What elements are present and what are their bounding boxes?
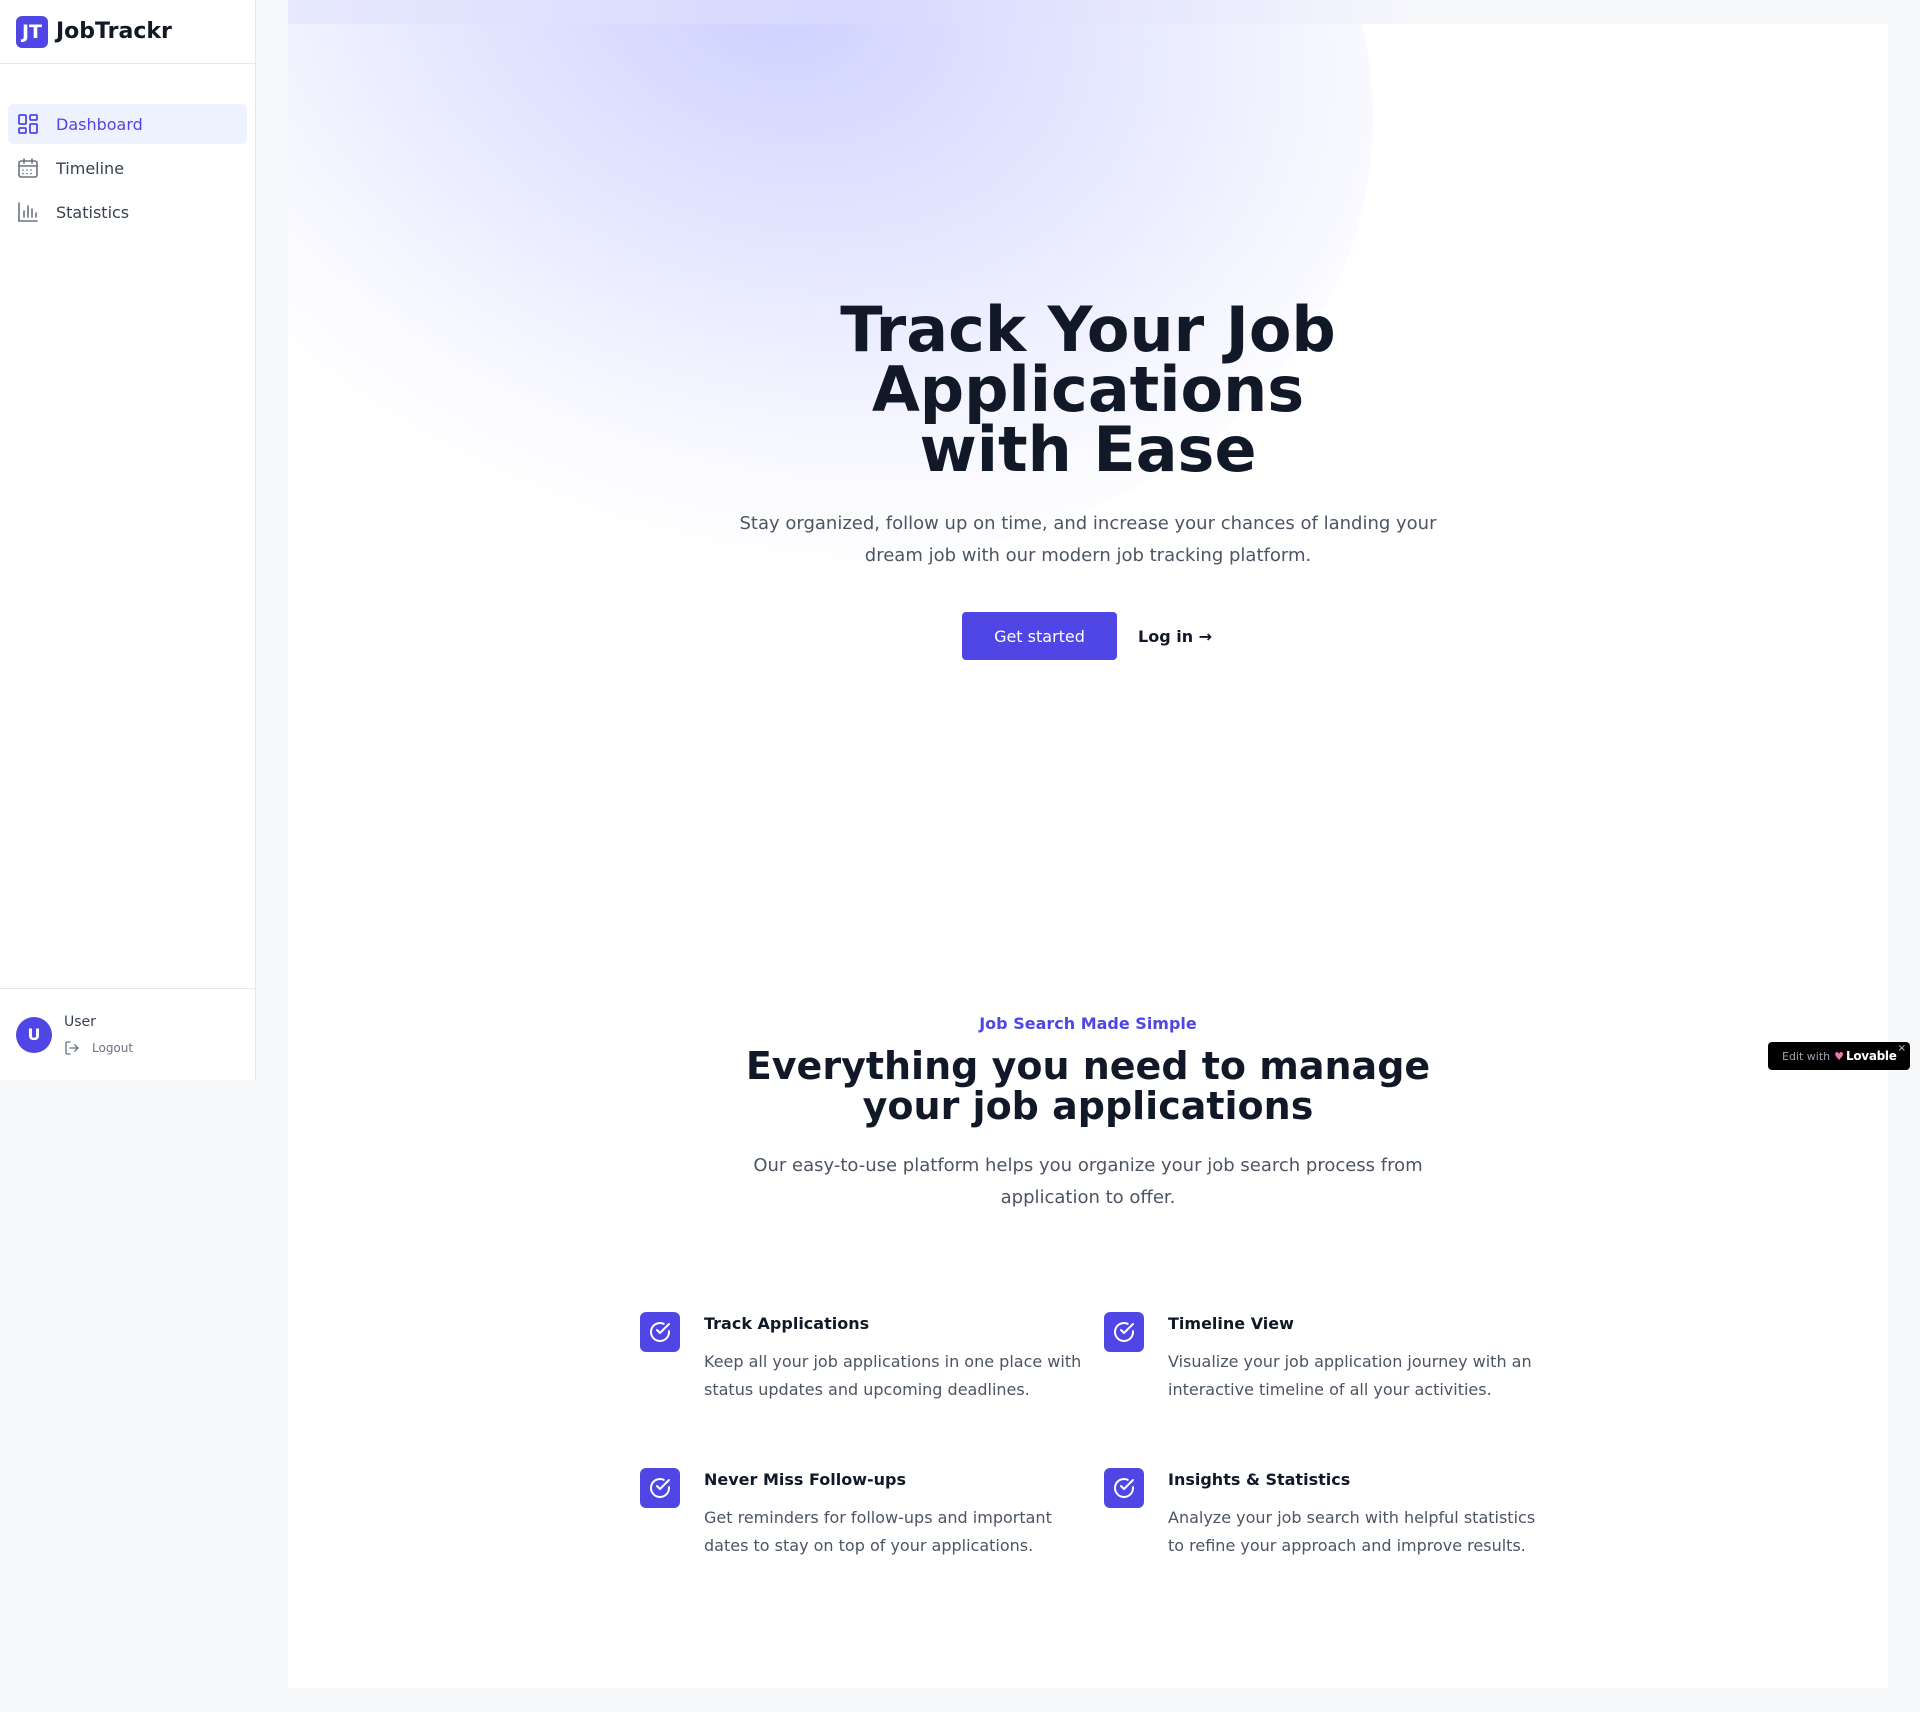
features-eyebrow: Job Search Made Simple <box>979 1014 1197 1033</box>
close-icon[interactable]: × <box>1898 1043 1906 1054</box>
calendar-icon <box>16 156 40 180</box>
get-started-button[interactable]: Get started <box>962 612 1117 660</box>
feature-title: Insights & Statistics <box>1168 1470 1351 1489</box>
check-circle-icon <box>640 1312 680 1352</box>
hero-subtitle: Stay organized, follow up on time, and i… <box>739 513 1437 566</box>
hero-title: Track Your Job Applications with Ease <box>840 293 1336 486</box>
check-circle-icon <box>640 1468 680 1508</box>
user-name: User <box>64 1013 96 1030</box>
sidebar-item-statistics[interactable]: Statistics <box>8 192 247 232</box>
sidebar: JT JobTrackr Dashboard Timeline Statisti… <box>0 0 256 1080</box>
user-panel: U User Logout <box>0 988 255 1080</box>
badge-prefix: Edit with <box>1782 1049 1831 1063</box>
logout-label: Logout <box>92 1040 134 1055</box>
brand[interactable]: JT JobTrackr <box>0 0 255 64</box>
logout-button[interactable]: Logout <box>64 1040 133 1056</box>
check-circle-icon <box>1104 1312 1144 1352</box>
sidebar-nav: Dashboard Timeline Statistics <box>0 64 255 232</box>
badge-brand: Lovable <box>1846 1049 1897 1063</box>
sidebar-item-label: Statistics <box>56 202 130 222</box>
features-title: Everything you need to manage your job a… <box>745 1044 1431 1128</box>
check-circle-icon <box>1104 1468 1144 1508</box>
heart-icon: ♥ <box>1834 1049 1845 1063</box>
sidebar-item-timeline[interactable]: Timeline <box>8 148 247 188</box>
avatar[interactable]: U <box>16 1016 52 1053</box>
feature-description: Get reminders for follow-ups and importa… <box>704 1508 1052 1555</box>
logout-icon <box>65 1040 79 1055</box>
feature-description: Visualize your job application journey w… <box>1168 1352 1532 1399</box>
sidebar-item-label: Timeline <box>56 158 125 178</box>
login-link[interactable]: Log in → <box>1138 612 1238 660</box>
brand-name: JobTrackr <box>56 19 172 44</box>
feature-title: Timeline View <box>1168 1314 1294 1333</box>
feature-description: Analyze your job search with helpful sta… <box>1168 1508 1536 1555</box>
edit-with-lovable-badge[interactable]: Edit with ♥ Lovable × <box>1768 1042 1910 1070</box>
feature-description: Keep all your job applications in one pl… <box>704 1352 1082 1399</box>
sidebar-item-label: Dashboard <box>56 114 143 134</box>
user-info: User Logout <box>64 1014 133 1056</box>
top-gradient-strip <box>288 0 1408 24</box>
feature-title: Never Miss Follow-ups <box>704 1470 907 1489</box>
main-content: Track Your Job Applications with Ease St… <box>288 24 1888 1688</box>
features-subtitle: Our easy-to-use platform helps you organ… <box>753 1155 1423 1208</box>
brand-logo: JT <box>16 15 48 48</box>
dashboard-icon <box>16 112 40 136</box>
sidebar-item-dashboard[interactable]: Dashboard <box>8 104 247 144</box>
feature-title: Track Applications <box>704 1314 870 1333</box>
bar-chart-icon <box>16 200 40 224</box>
